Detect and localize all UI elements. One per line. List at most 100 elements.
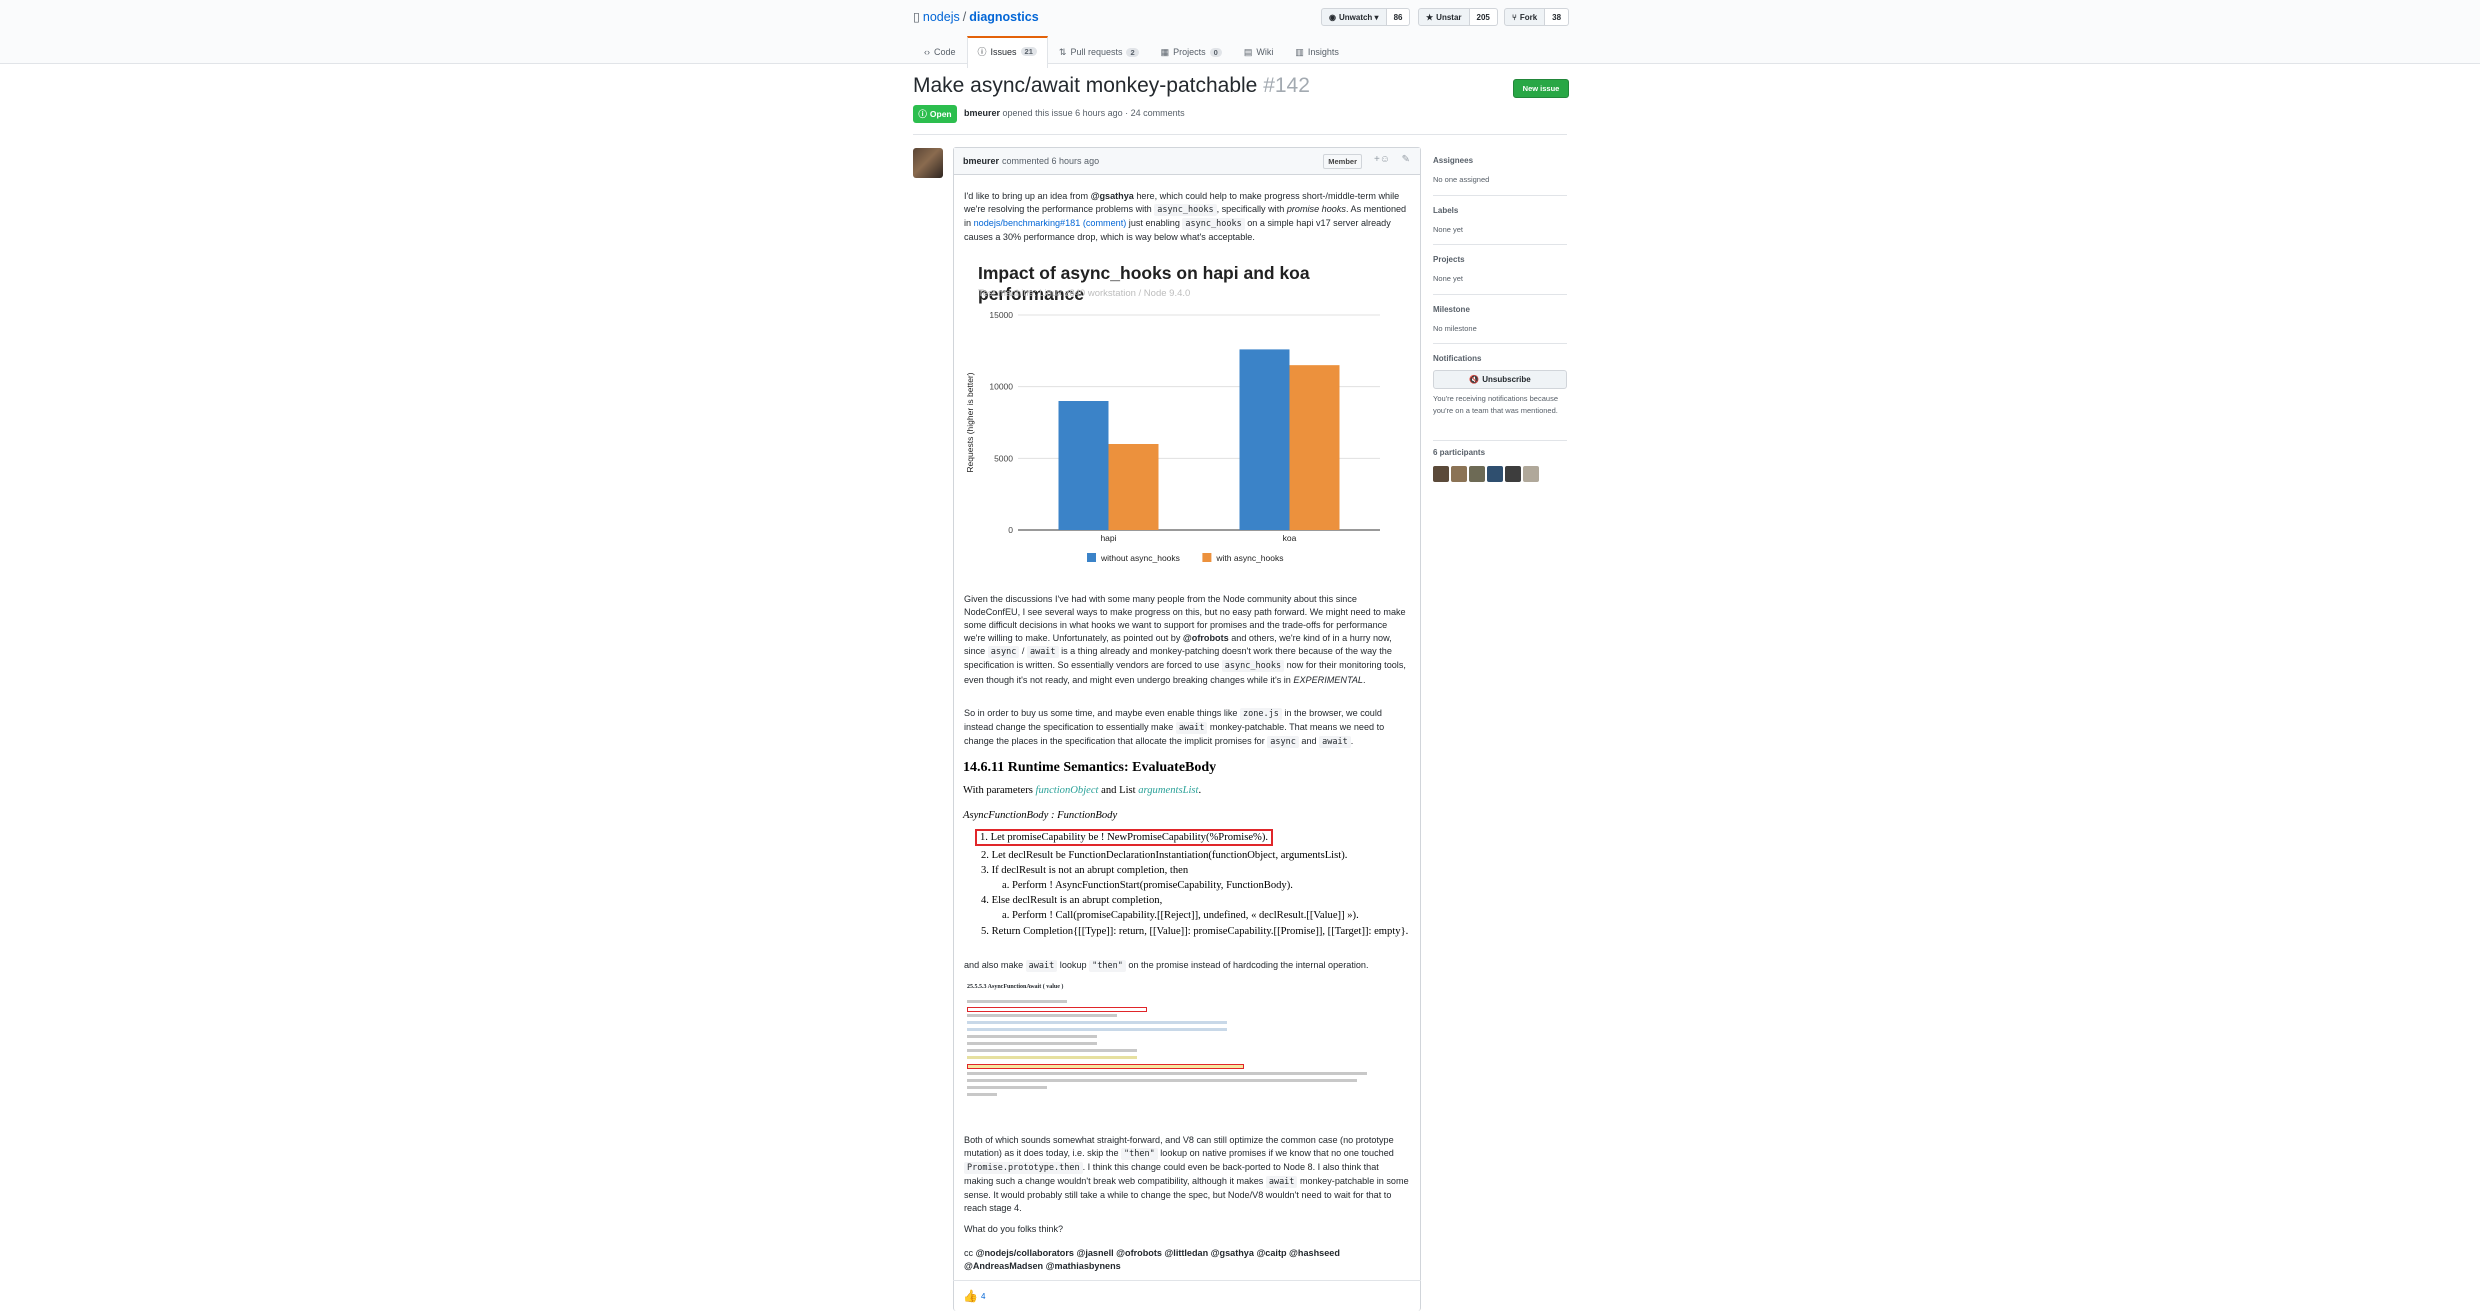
spec-step-4a: a. Perform ! Call(promiseCapability.[[Re… <box>1002 910 1359 921</box>
issue-number: #142 <box>1263 74 1310 97</box>
p1-emphasis: promise hooks <box>1286 204 1346 215</box>
add-reaction-icon[interactable]: +☺ <box>1374 154 1390 165</box>
pulls-counter: 2 <box>1126 47 1139 57</box>
mini-line <box>967 1049 1137 1052</box>
participant-avatar[interactable] <box>1469 466 1485 482</box>
bar-koa-1 <box>1289 365 1340 530</box>
spec-params-c: . <box>1198 785 1202 796</box>
inline-code: async_hooks <box>1221 660 1285 673</box>
star-group: ★ Unstar 205 <box>1418 8 1498 26</box>
repo-name-link[interactable]: diagnostics <box>969 10 1038 24</box>
repo-owner-link[interactable]: nodejs <box>923 10 960 24</box>
unstar-button[interactable]: ★ Unstar <box>1418 8 1470 26</box>
participant-avatar[interactable] <box>1505 466 1521 482</box>
mentions-list[interactable]: @nodejs/collaborators @jasnell @ofrobots… <box>964 1248 1340 1271</box>
p4-text-c: on the promise instead of hardcoding the… <box>1125 960 1369 970</box>
mini-line <box>967 1086 1047 1089</box>
tab-insights-label: Insights <box>1307 47 1339 57</box>
participant-avatar[interactable] <box>1451 466 1467 482</box>
inline-code: async <box>1267 736 1299 749</box>
labels-heading[interactable]: Labels <box>1433 206 1567 215</box>
chart-svg: 0 5000 10000 15000 hapi koa Requests (higher i… <box>965 310 1380 563</box>
comment-paragraph: Given the discussions I've had with some… <box>964 593 1410 687</box>
sidebar-notifications: Notifications <box>1433 354 1567 363</box>
issue-author-link[interactable]: bmeurer <box>964 108 1000 118</box>
assignees-heading[interactable]: Assignees <box>1433 156 1567 165</box>
comment-paragraph: cc @nodejs/collaborators @jasnell @ofrob… <box>964 1247 1410 1273</box>
mention-link[interactable]: @gsathya <box>1091 191 1134 201</box>
new-issue-button[interactable]: New issue <box>1513 79 1569 98</box>
inline-code: async_hooks <box>1154 204 1217 217</box>
watchers-count[interactable]: 86 <box>1386 8 1411 26</box>
spec-params-a: With parameters <box>963 785 1036 796</box>
participant-avatar[interactable] <box>1487 466 1503 482</box>
sidebar-divider <box>1433 244 1567 245</box>
issue-title: Make async/await monkey-patchable #142 <box>913 74 1310 98</box>
tab-pull-requests[interactable]: ⇅ Pull requests 2 <box>1048 36 1150 68</box>
p4-text-b: lookup <box>1057 960 1090 970</box>
issue-opened-icon: ⓘ <box>918 109 927 119</box>
code-icon: ‹› <box>924 47 930 57</box>
project-icon: ▦ <box>1160 46 1170 57</box>
y-tick-label: 15000 <box>989 310 1013 320</box>
projects-value: None yet <box>1433 274 1464 283</box>
thumbs-up-reaction[interactable]: 👍 4 <box>963 1289 985 1303</box>
milestone-heading[interactable]: Milestone <box>1433 305 1567 314</box>
issue-title-text: Make async/await monkey-patchable <box>913 74 1258 97</box>
p4-text-a: and also make <box>964 960 1026 970</box>
inline-code: "then" <box>1089 960 1126 972</box>
title-divider <box>913 134 1567 135</box>
p5-text-b: lookup on native promises if we know tha… <box>1157 1148 1394 1159</box>
tab-insights[interactable]: ▥ Insights <box>1284 36 1350 68</box>
avatar[interactable] <box>913 148 943 178</box>
eye-icon: ◉ <box>1329 12 1336 22</box>
inline-code: zone.js <box>1240 708 1282 720</box>
forks-count[interactable]: 38 <box>1545 8 1570 26</box>
comment-link[interactable]: (comment) <box>1083 218 1126 228</box>
p1-text-c: , specifically with <box>1216 204 1287 215</box>
mini-line <box>967 1028 1227 1031</box>
tab-code[interactable]: ‹› Code <box>913 36 967 68</box>
tab-wiki[interactable]: ▤ Wiki <box>1233 36 1285 68</box>
repo-separator: / <box>962 10 967 24</box>
comment-author-link[interactable]: bmeurer <box>963 156 999 166</box>
sidebar-divider <box>1433 343 1567 344</box>
repo-icon: ▯ <box>913 10 920 24</box>
inline-code: await <box>1175 722 1208 735</box>
p7-text-a: cc <box>964 1248 976 1258</box>
sidebar-projects: Projects None yet <box>1433 255 1567 283</box>
fork-group: ⑂ Fork 38 <box>1504 8 1570 26</box>
spec-step-3: 3. If declResult is not an abrupt comple… <box>981 865 1189 876</box>
unsubscribe-button[interactable]: 🔇 Unsubscribe <box>1433 370 1567 389</box>
unstar-label: Unstar <box>1436 12 1462 22</box>
comment-timestamp[interactable]: commented 6 hours ago <box>1002 156 1099 166</box>
unwatch-button[interactable]: ◉ Unwatch ▾ <box>1321 8 1387 26</box>
p3-text-e: . <box>1350 736 1354 747</box>
spec-step-4: 4. Else declResult is an abrupt completi… <box>981 895 1163 906</box>
issue-state-label: Open <box>929 109 952 119</box>
participant-avatar[interactable] <box>1523 466 1539 482</box>
mini-line <box>967 1056 1137 1059</box>
mini-line <box>967 1035 1097 1038</box>
milestone-value: No milestone <box>1433 324 1477 333</box>
mini-line-highlight <box>967 1064 1244 1069</box>
benchmarking-link[interactable]: nodejs/benchmarking#181 <box>974 218 1081 228</box>
tab-projects[interactable]: ▦ Projects 0 <box>1150 36 1233 68</box>
p3-text-a: So in order to buy us some time, and may… <box>964 708 1241 718</box>
p2-emphasis: EXPERIMENTAL <box>1293 674 1363 685</box>
projects-heading[interactable]: Projects <box>1433 255 1567 264</box>
mention-link[interactable]: @ofrobots <box>1183 633 1229 643</box>
issues-counter: 21 <box>1020 47 1037 56</box>
comment-header: bmeurer commented 6 hours ago Member +☺ ✎ <box>954 148 1420 175</box>
tab-issues[interactable]: ⓘ Issues 21 <box>966 36 1048 68</box>
fork-button[interactable]: ⑂ Fork <box>1504 8 1546 26</box>
bar-hapi-0 <box>1058 401 1109 530</box>
edit-icon[interactable]: ✎ <box>1402 154 1410 165</box>
mini-line <box>967 1021 1227 1024</box>
participant-avatar[interactable] <box>1433 466 1449 482</box>
spec-heading: 14.6.11 Runtime Semantics: EvaluateBody <box>963 758 1216 776</box>
watch-group: ◉ Unwatch ▾ 86 <box>1321 8 1411 26</box>
fork-label: Fork <box>1519 12 1538 22</box>
p2-text-f: . <box>1362 674 1366 685</box>
stargazers-count[interactable]: 205 <box>1469 8 1498 26</box>
